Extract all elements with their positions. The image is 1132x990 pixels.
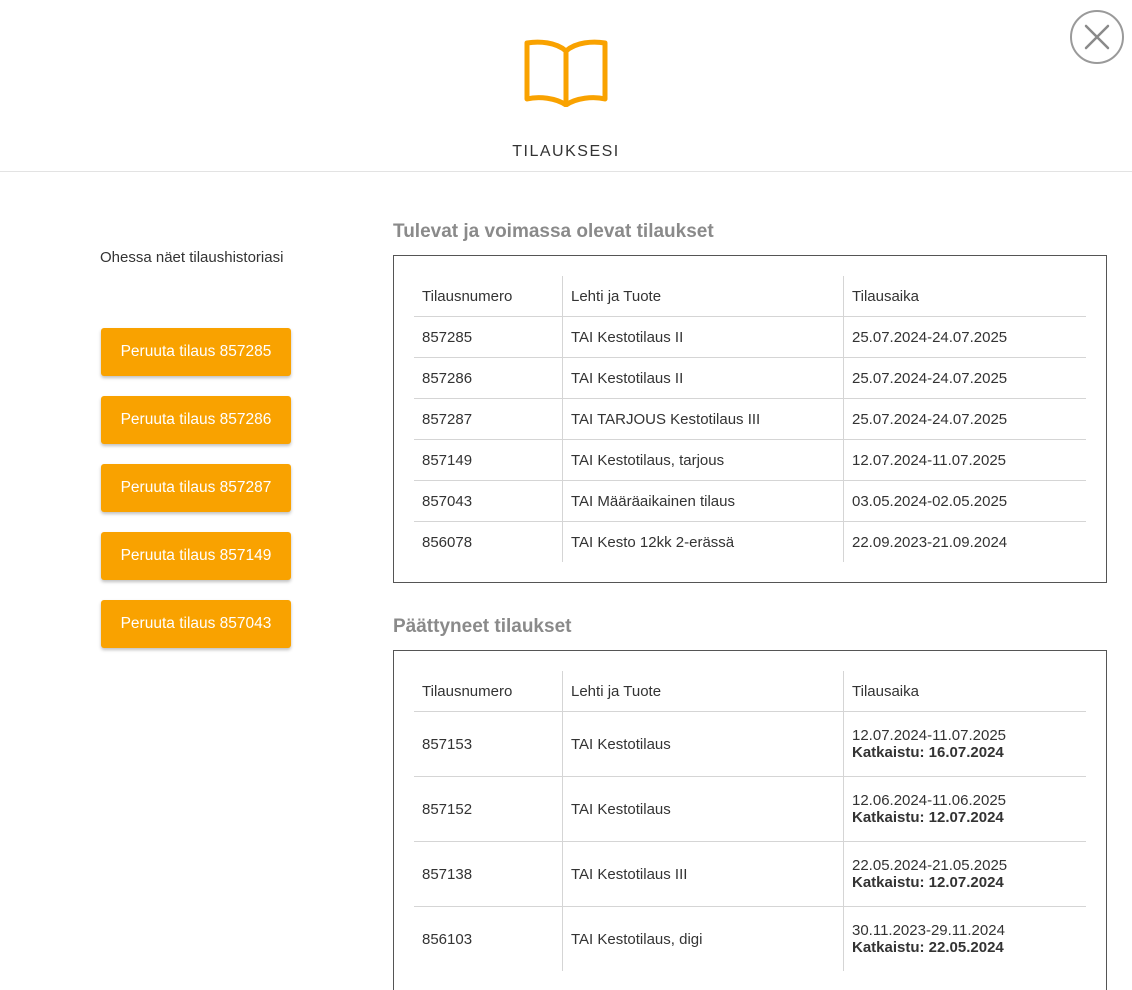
close-button[interactable] [1070, 10, 1124, 64]
order-period: 12.07.2024-11.07.2025 [852, 727, 1007, 744]
cancel-buttons: Peruuta tilaus 857285 Peruuta tilaus 857… [101, 328, 291, 668]
order-period: 22.09.2023-21.09.2024 [843, 521, 1086, 562]
column-header: Tilausaika [843, 671, 1086, 712]
order-number: 857149 [414, 439, 563, 481]
product-name: TAI Kestotilaus, tarjous [562, 439, 844, 481]
product-name: TAI Kestotilaus [562, 776, 844, 842]
column-header: Lehti ja Tuote [562, 671, 844, 712]
cancel-order-button[interactable]: Peruuta tilaus 857286 [101, 396, 291, 444]
column-header: Tilausaika [843, 276, 1086, 317]
cancel-order-button[interactable]: Peruuta tilaus 857287 [101, 464, 291, 512]
cancelled-date: Katkaistu: 12.07.2024 [852, 809, 1004, 826]
intro-text: Ohessa näet tilaushistoriasi [100, 249, 284, 266]
cancelled-date: Katkaistu: 12.07.2024 [852, 874, 1004, 891]
column-header: Tilausnumero [414, 671, 563, 712]
ended-orders-table: Tilausnumero Lehti ja Tuote Tilausaika 8… [414, 671, 1086, 971]
order-period: 03.05.2024-02.05.2025 [843, 480, 1086, 522]
order-period: 25.07.2024-24.07.2025 [843, 357, 1086, 399]
current-orders-title: Tulevat ja voimassa olevat tilaukset [393, 221, 714, 242]
cancel-order-button[interactable]: Peruuta tilaus 857043 [101, 600, 291, 648]
order-period-cell: 22.05.2024-21.05.2025 Katkaistu: 12.07.2… [843, 841, 1086, 907]
table-row: 857138 TAI Kestotilaus III 22.05.2024-21… [414, 841, 1086, 907]
product-name: TAI Kestotilaus, digi [562, 906, 844, 971]
table-row: 857043 TAI Määräaikainen tilaus 03.05.20… [414, 480, 1086, 522]
ended-orders-box: Tilausnumero Lehti ja Tuote Tilausaika 8… [393, 650, 1107, 990]
order-number: 856103 [422, 930, 473, 948]
product-name: TAI Määräaikainen tilaus [562, 480, 844, 522]
cancelled-date: Katkaistu: 22.05.2024 [852, 939, 1004, 956]
table-row: 856103 TAI Kestotilaus, digi 30.11.2023-… [414, 906, 1086, 971]
order-number: 857153 [414, 711, 563, 777]
column-header: Lehti ja Tuote [562, 276, 844, 317]
order-period: 25.07.2024-24.07.2025 [843, 398, 1086, 440]
current-orders-box: Tilausnumero Lehti ja Tuote Tilausaika 8… [393, 255, 1107, 583]
order-period-cell: 30.11.2023-29.11.2024 Katkaistu: 22.05.2… [843, 906, 1086, 971]
table-row: 857149 TAI Kestotilaus, tarjous 12.07.20… [414, 439, 1086, 481]
product-name: TAI Kestotilaus III [562, 841, 844, 907]
page-title: TILAUKSESI [512, 143, 620, 160]
order-number: 857138 [414, 841, 563, 907]
order-period-cell: 12.06.2024-11.06.2025 Katkaistu: 12.07.2… [843, 776, 1086, 842]
order-period: 25.07.2024-24.07.2025 [843, 316, 1086, 358]
book-icon [524, 39, 608, 107]
ended-orders-title: Päättyneet tilaukset [393, 616, 572, 637]
product-name: TAI Kestotilaus II [562, 316, 844, 358]
table-row: 857286 TAI Kestotilaus II 25.07.2024-24.… [414, 357, 1086, 399]
order-period-cell: 12.07.2024-11.07.2025 Katkaistu: 16.07.2… [843, 711, 1086, 777]
column-header: Tilausnumero [414, 276, 563, 317]
table-header-row: Tilausnumero Lehti ja Tuote Tilausaika [414, 276, 1086, 317]
close-icon [1084, 24, 1110, 50]
product-name: TAI Kestotilaus II [562, 357, 844, 399]
order-period: 30.11.2023-29.11.2024 [852, 922, 1005, 939]
order-number: 857287 [414, 398, 563, 440]
table-row: 857153 TAI Kestotilaus 12.07.2024-11.07.… [414, 711, 1086, 777]
order-period: 12.06.2024-11.06.2025 [852, 792, 1007, 809]
cancel-order-button[interactable]: Peruuta tilaus 857285 [101, 328, 291, 376]
cancelled-date: Katkaistu: 16.07.2024 [852, 744, 1004, 761]
page-header: TILAUKSESI [0, 0, 1132, 172]
table-row: 856078 TAI Kesto 12kk 2-erässä 22.09.202… [414, 521, 1086, 562]
table-row: 857152 TAI Kestotilaus 12.06.2024-11.06.… [414, 776, 1086, 842]
product-name: TAI TARJOUS Kestotilaus III [562, 398, 844, 440]
table-header-row: Tilausnumero Lehti ja Tuote Tilausaika [414, 671, 1086, 712]
order-number: 857286 [414, 357, 563, 399]
product-name: TAI Kesto 12kk 2-erässä [562, 521, 844, 562]
order-number: 857043 [414, 480, 563, 522]
current-orders-table: Tilausnumero Lehti ja Tuote Tilausaika 8… [414, 276, 1086, 562]
order-period: 22.05.2024-21.05.2025 [852, 857, 1008, 874]
order-period: 12.07.2024-11.07.2025 [843, 439, 1086, 481]
table-row: 857287 TAI TARJOUS Kestotilaus III 25.07… [414, 398, 1086, 440]
cancel-order-button[interactable]: Peruuta tilaus 857149 [101, 532, 291, 580]
order-number: 857285 [414, 316, 563, 358]
order-number: 857152 [414, 776, 563, 842]
table-row: 857285 TAI Kestotilaus II 25.07.2024-24.… [414, 316, 1086, 358]
product-name: TAI Kestotilaus [562, 711, 844, 777]
order-number: 856078 [422, 533, 473, 551]
